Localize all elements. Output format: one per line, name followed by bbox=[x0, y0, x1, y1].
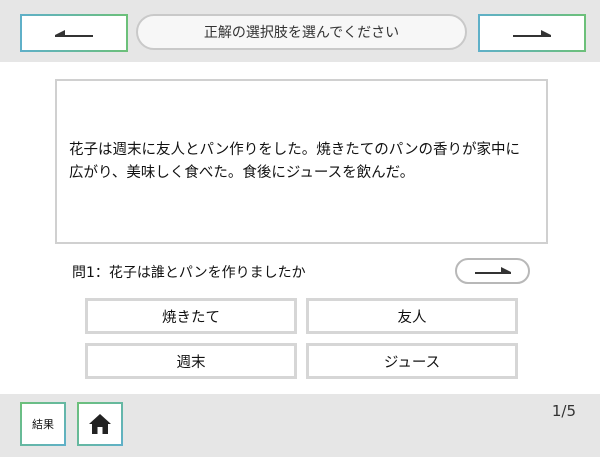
top-bar: 正解の選択肢を選んでください bbox=[0, 0, 600, 62]
home-icon bbox=[89, 414, 111, 434]
arrow-right-icon bbox=[474, 267, 511, 274]
instruction-label: 正解の選択肢を選んでください bbox=[136, 14, 467, 50]
choice-button-1[interactable]: 焼きたて bbox=[85, 298, 297, 334]
page-counter: 1/5 bbox=[551, 402, 576, 420]
passage-text: 花子は週末に友人とパン作りをした。焼きたてのパンの香りが家中に広がり、美味しく食… bbox=[69, 141, 520, 181]
choice-button-4[interactable]: ジュース bbox=[306, 343, 518, 379]
choice-button-3[interactable]: 週末 bbox=[85, 343, 297, 379]
result-button[interactable]: 結果 bbox=[20, 402, 66, 446]
passage-box: 花子は週末に友人とパン作りをした。焼きたてのパンの香りが家中に広がり、美味しく食… bbox=[55, 79, 548, 244]
question-text: 問1：花子は誰とパンを作りましたか bbox=[72, 265, 306, 281]
next-button[interactable] bbox=[478, 14, 586, 52]
arrow-left-icon bbox=[55, 30, 93, 37]
choice-button-2[interactable]: 友人 bbox=[306, 298, 518, 334]
home-button[interactable] bbox=[77, 402, 123, 446]
question-next-button[interactable] bbox=[455, 258, 530, 284]
arrow-right-icon bbox=[513, 30, 551, 37]
prev-button[interactable] bbox=[20, 14, 128, 52]
main-panel: 花子は週末に友人とパン作りをした。焼きたてのパンの香りが家中に広がり、美味しく食… bbox=[0, 62, 600, 394]
